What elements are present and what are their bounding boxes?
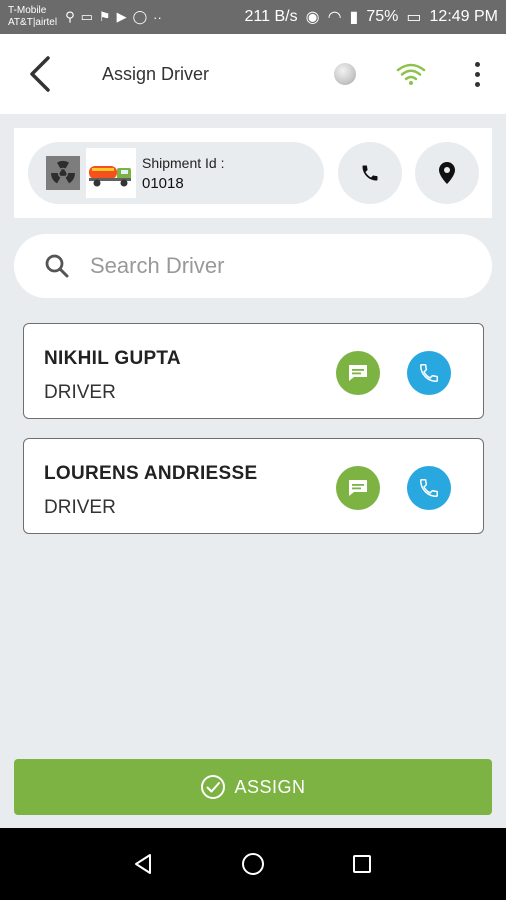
battery-percent: 75% [366,8,399,25]
assign-label: ASSIGN [234,776,306,797]
youtube-icon: ▶ [116,9,127,24]
truck-icon [86,148,136,198]
eye-icon: ◉ [305,9,320,26]
back-arrow-icon [30,56,50,92]
driver-role: DRIVER [44,497,116,518]
carrier-info: T-Mobile AT&T|airtel [8,5,57,29]
shipment-text: Shipment Id : 01018 [142,155,225,192]
call-shipment-button[interactable] [338,142,402,204]
battery-icon: ▭ [406,9,422,26]
more-vert-icon[interactable] [464,54,490,94]
notification-icons: ⚲ ▭ ⚑ ▶ ◯ ·· [65,9,162,25]
nav-back-button[interactable] [124,844,164,884]
location-pin-icon [439,162,455,184]
search-icon [45,254,69,278]
driver-name: LOURENS ANDRIESSE [44,463,258,484]
app-bar-actions [334,54,506,94]
search-bar[interactable] [14,234,492,298]
nav-back-icon [135,854,152,874]
phone-icon [420,479,438,497]
nav-home-button[interactable] [233,844,273,884]
shipment-card: Shipment Id : 01018 [14,128,492,218]
clock: 12:49 PM [429,8,498,25]
carrier-line2: AT&T|airtel [8,17,58,28]
whatsapp-icon: ◯ [132,9,148,24]
back-button[interactable] [0,34,80,114]
shipment-id-label: Shipment Id : [142,154,225,171]
status-right: 211 B/s ◉ ◠ ▮ 75% ▭ 12:49 PM [245,7,498,27]
search-input[interactable] [90,253,430,279]
status-dot-icon [334,63,356,85]
nav-recents-button[interactable] [342,844,382,884]
call-driver-button[interactable] [407,351,451,395]
wifi-status-icon: ◠ [327,9,342,26]
nav-home-icon [241,853,264,875]
message-icon [349,480,367,496]
more-notifications-icon: ·· [153,9,162,25]
system-nav-bar [0,828,506,900]
driver-name: NIKHIL GUPTA [44,348,181,369]
shipment-info: Shipment Id : 01018 [28,142,324,204]
app-bar: Assign Driver [0,34,506,114]
phone-icon [362,165,378,181]
net-speed: 211 B/s [244,8,298,25]
driver-role: DRIVER [44,382,116,403]
message-icon [349,365,367,381]
message-driver-button[interactable] [336,351,380,395]
call-driver-button[interactable] [407,466,451,510]
shipment-id-value: 01018 [142,174,184,192]
driver-card[interactable]: LOURENS ANDRIESSE DRIVER [23,438,484,534]
signal-icon: ▮ [349,9,359,26]
nav-recents-icon [352,855,371,873]
page-title: Assign Driver [102,63,210,84]
check-circle-icon [201,775,226,799]
phone-icon [420,364,438,382]
driver-card[interactable]: NIKHIL GUPTA DRIVER [23,323,484,419]
carrier-line1: T-Mobile [8,5,47,16]
hazard-icon [46,156,80,190]
location-button[interactable] [415,142,479,204]
assign-button[interactable]: ASSIGN [14,759,492,815]
wifi-icon [396,63,426,85]
monitor-icon: ▭ [80,9,93,24]
usb-icon: ⚲ [65,9,75,24]
status-bar: T-Mobile AT&T|airtel ⚲ ▭ ⚑ ▶ ◯ ·· 211 B/… [0,0,506,34]
message-driver-button[interactable] [336,466,380,510]
flag-icon: ⚑ [98,9,111,24]
